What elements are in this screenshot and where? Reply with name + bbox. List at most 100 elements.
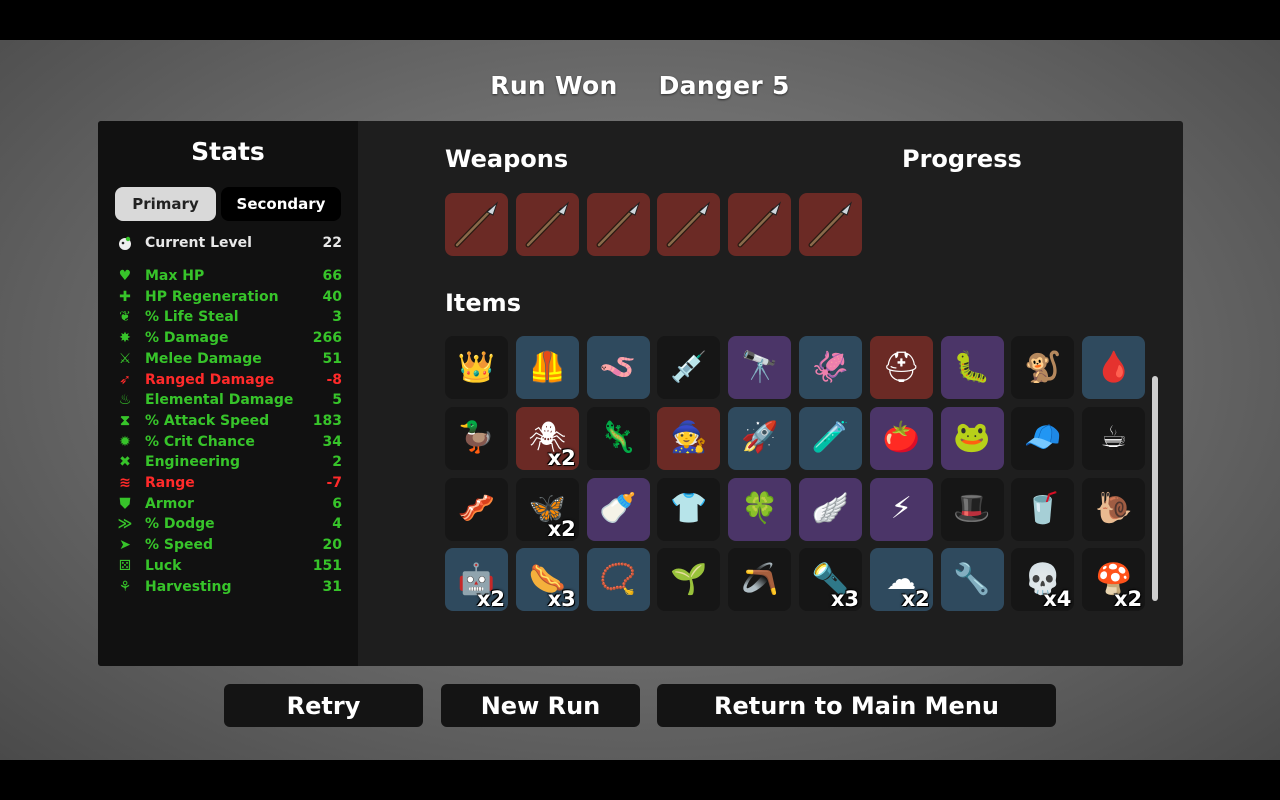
- item-slot[interactable]: 🥓: [445, 477, 508, 541]
- stat-value: 6: [332, 495, 342, 512]
- egg-king-icon: 👑: [457, 349, 496, 385]
- stat-label: HP Regeneration: [145, 288, 279, 305]
- main-menu-button[interactable]: Return to Main Menu: [657, 684, 1056, 727]
- items-title: Items: [445, 289, 521, 317]
- items-grid: 👑 🦺 🪱 💉 🔭 🦑 ⛑ 🐛 🐒 🩸 🦆 🕷 x2 🦎 🧙 🚀 🧪 🍅 🐸 🧢 ☕ 🥓 🦋 x2 🍼 👕 🍀 🪽 ⚡ 🎩 🥤 🐌 🤖 x2 🌭 x3…: [445, 336, 1163, 616]
- item-slot[interactable]: 🍼: [586, 477, 650, 541]
- armor-icon: ⛊: [119, 495, 131, 512]
- luck-icon: ⚄: [118, 557, 132, 574]
- item-slot[interactable]: 💉: [657, 336, 721, 399]
- item-slot[interactable]: ⚡: [869, 477, 933, 541]
- weapon-slot[interactable]: [445, 193, 508, 256]
- cannon-icon: 🔭: [741, 349, 779, 385]
- item-count: x2: [476, 587, 505, 612]
- stat-value: 51: [322, 350, 342, 367]
- spear-icon: [596, 201, 640, 248]
- item-slot[interactable]: 🐸: [940, 406, 1004, 470]
- amulet-icon: 📿: [599, 561, 637, 597]
- item-slot[interactable]: 👑: [445, 336, 508, 399]
- letterbox-top: [0, 0, 1280, 40]
- item-slot[interactable]: ☕: [1082, 406, 1146, 470]
- weapon-slot[interactable]: [799, 193, 862, 256]
- bacon-icon: 🥓: [457, 491, 496, 527]
- life-steal-icon: ❦: [119, 309, 131, 326]
- item-slot[interactable]: 🍅: [869, 406, 933, 470]
- stat-label: % Dodge: [145, 516, 215, 533]
- stat-value: 3: [332, 309, 342, 326]
- spear-icon: [525, 201, 569, 248]
- item-slot[interactable]: 🍀: [728, 477, 792, 541]
- stat-row: ➤ % Speed 20: [116, 535, 342, 555]
- item-slot[interactable]: 🧙: [657, 406, 721, 470]
- item-slot[interactable]: 🔦 x3: [799, 548, 862, 612]
- item-slot[interactable]: 🥤: [1011, 477, 1075, 541]
- item-slot[interactable]: 🦋 x2: [515, 477, 579, 541]
- item-slot[interactable]: 🕷 x2: [515, 406, 579, 470]
- weapon-slot[interactable]: [586, 193, 650, 256]
- item-slot[interactable]: 🎩: [940, 477, 1004, 541]
- stat-value: 5: [332, 392, 342, 409]
- stat-value: 4: [332, 516, 342, 533]
- item-slot[interactable]: 🌱: [657, 548, 721, 612]
- weapon-slot[interactable]: [515, 193, 579, 256]
- retry-button[interactable]: Retry: [224, 684, 423, 727]
- item-count: x2: [547, 445, 576, 470]
- item-slot[interactable]: 👕: [657, 477, 721, 541]
- item-slot[interactable]: 🪱: [586, 336, 650, 399]
- stat-value: 151: [312, 557, 342, 574]
- weapons-title: Weapons: [445, 145, 569, 173]
- new-run-button[interactable]: New Run: [441, 684, 640, 727]
- item-slot[interactable]: 🦆: [445, 406, 508, 470]
- item-slot[interactable]: 🦎: [586, 406, 650, 470]
- item-slot[interactable]: 🪽: [799, 477, 862, 541]
- letterbox-bottom: [0, 760, 1280, 800]
- attack-speed-icon: ⧗: [120, 412, 130, 429]
- stat-value: 31: [322, 578, 342, 595]
- item-slot[interactable]: 🍄 x2: [1082, 548, 1146, 612]
- end-run-screen: Run Won Danger 5 Stats Primary Secondary…: [0, 40, 1280, 760]
- bullet-icon: 🚀: [741, 420, 779, 456]
- metal-detector-icon: 🔧: [953, 561, 991, 597]
- item-count: x3: [830, 587, 859, 612]
- item-slot[interactable]: 🚀: [728, 406, 792, 470]
- stat-label: Armor: [145, 495, 194, 512]
- stat-row: ♥ Max HP 66: [116, 266, 342, 286]
- item-slot[interactable]: 🪃: [728, 548, 792, 612]
- item-slot[interactable]: 🤖 x2: [445, 548, 508, 612]
- item-slot[interactable]: 🐒: [1011, 336, 1075, 399]
- bowler-hat-icon: 🎩: [953, 491, 991, 527]
- engineering-icon: ✖: [119, 454, 131, 471]
- tab-primary[interactable]: Primary: [115, 187, 216, 221]
- lizard-icon: 🦎: [599, 420, 637, 456]
- item-slot[interactable]: 🦺: [515, 336, 579, 399]
- item-slot[interactable]: 📿: [586, 548, 650, 612]
- item-slot[interactable]: 🐛: [940, 336, 1004, 399]
- item-slot[interactable]: 🐌: [1082, 477, 1146, 541]
- stat-row: ⚄ Luck 151: [116, 556, 342, 576]
- level-icon: [116, 234, 134, 252]
- item-count: x4: [1043, 587, 1072, 612]
- item-slot[interactable]: ⛑: [869, 336, 933, 399]
- weapon-slot[interactable]: [728, 193, 792, 256]
- item-slot[interactable]: 🌭 x3: [515, 548, 579, 612]
- item-slot[interactable]: 🔧: [940, 548, 1004, 612]
- items-scrollbar[interactable]: [1152, 376, 1158, 601]
- stat-label: % Attack Speed: [145, 412, 270, 429]
- item-slot[interactable]: 💀 x4: [1011, 548, 1075, 612]
- item-slot[interactable]: ☁ x2: [869, 548, 933, 612]
- weapon-slot[interactable]: [657, 193, 721, 256]
- stat-value: 66: [322, 268, 342, 284]
- melee-icon: ⚔: [118, 350, 132, 367]
- item-count: x2: [1114, 587, 1143, 612]
- stat-label: % Damage: [145, 330, 229, 347]
- stat-label: Harvesting: [145, 578, 232, 595]
- run-summary-panel: Stats Primary Secondary Current Level 22…: [98, 121, 1183, 666]
- tab-secondary[interactable]: Secondary: [221, 187, 341, 221]
- worm-icon: 🪱: [599, 349, 637, 385]
- item-slot[interactable]: 🦑: [799, 336, 862, 399]
- item-slot[interactable]: 🧪: [799, 406, 862, 470]
- item-slot[interactable]: 🔭: [728, 336, 792, 399]
- item-slot[interactable]: 🧢: [1011, 406, 1075, 470]
- stats-title: Stats: [191, 137, 265, 166]
- item-slot[interactable]: 🩸: [1082, 336, 1146, 399]
